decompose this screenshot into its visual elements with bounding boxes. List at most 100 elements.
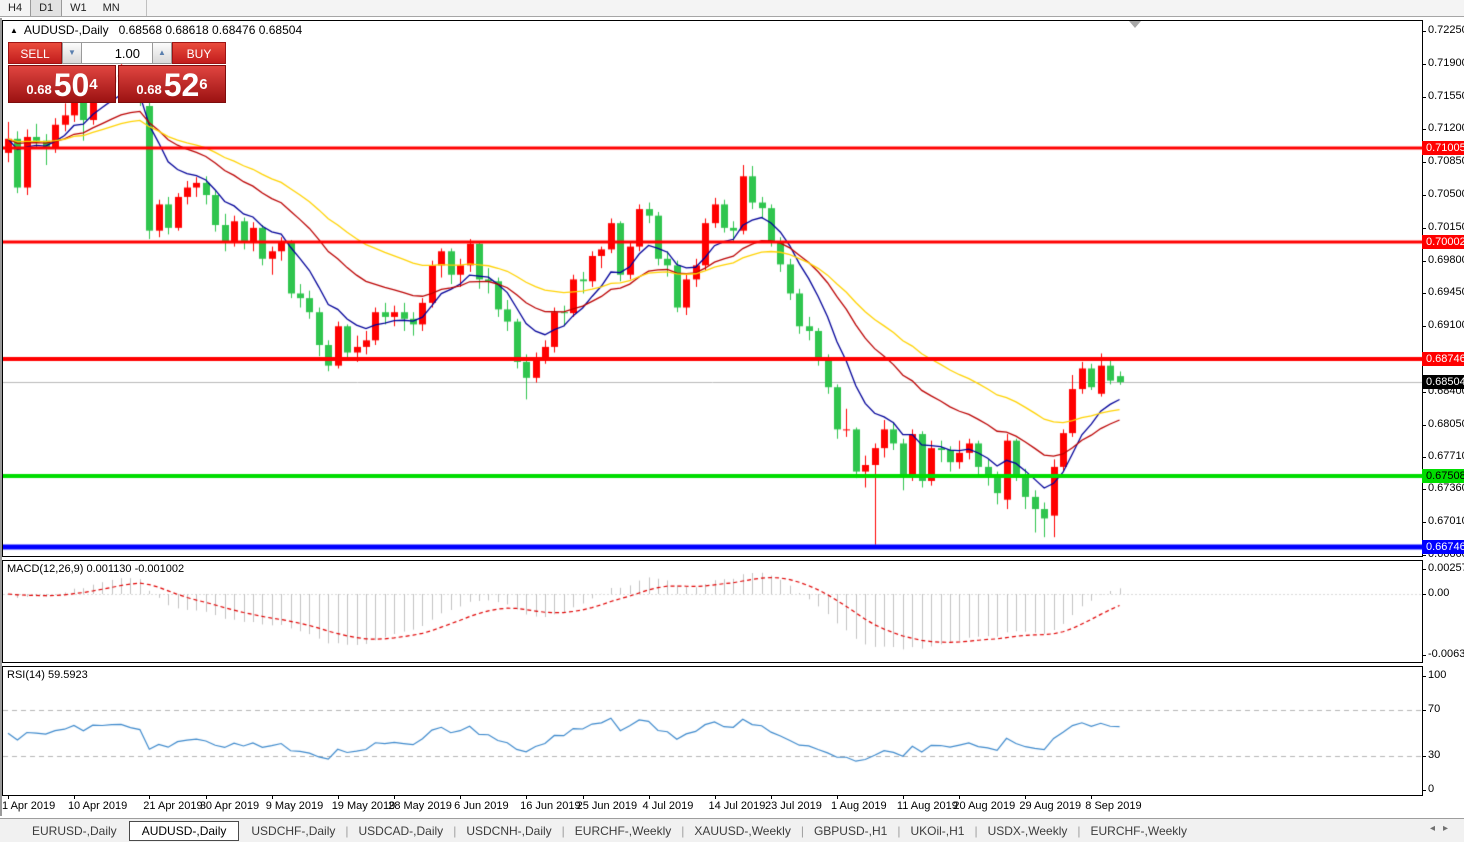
price-axis-label: 0.67360 — [1428, 482, 1464, 495]
date-axis-tick — [206, 796, 207, 799]
rsi-axis-tick — [1422, 790, 1426, 791]
rsi-axis-label: 0 — [1428, 783, 1435, 795]
date-axis-label: 9 May 2019 — [265, 800, 324, 812]
macd-canvas[interactable] — [3, 561, 1422, 662]
date-axis-tick — [649, 796, 650, 799]
price-axis-tick — [1422, 97, 1426, 98]
timeframe-toolbar: H4 D1 W1 MN — [0, 0, 1464, 17]
date-axis-tick — [8, 796, 9, 799]
price-axis-tick — [1422, 31, 1426, 32]
date-axis-tick — [149, 796, 150, 799]
price-axis-tick — [1422, 195, 1426, 196]
volume-decrease-button[interactable]: ▼ — [62, 42, 82, 64]
macd-axis-label: 0.00 — [1428, 587, 1450, 599]
rsi-axis-label: 100 — [1428, 669, 1447, 682]
price-axis-label: 0.72250 — [1428, 24, 1464, 36]
price-axis-tick — [1422, 555, 1426, 556]
buy-price-prefix: 0.68 — [136, 82, 162, 97]
chart-tab-usdx[interactable]: USDX-,Weekly — [978, 822, 1078, 840]
rsi-axis-label: 30 — [1428, 748, 1441, 761]
rsi-panel[interactable]: RSI(14) 59.5923 — [2, 666, 1423, 796]
macd-axis-label: 0.002574 — [1428, 562, 1464, 575]
tab-scroll-left-icon[interactable]: ◂ — [1430, 823, 1443, 834]
date-axis-tick — [959, 796, 960, 799]
tab-scroll-right-icon[interactable]: ▸ — [1443, 823, 1456, 834]
chart-tab-eurchf[interactable]: EURCHF-,Weekly — [565, 822, 681, 840]
price-axis-tick — [1422, 489, 1426, 490]
date-axis-label: 20 Aug 2019 — [953, 800, 1016, 812]
price-axis-label: 0.69450 — [1428, 286, 1464, 299]
sell-price-display[interactable]: 0.68 50 4 — [8, 65, 116, 103]
chart-tab-audusd[interactable]: AUDUSD-,Daily — [128, 821, 240, 841]
chart-tab-eurusd[interactable]: EURUSD-,Daily — [22, 822, 127, 840]
chart-tab-bar: EURUSD-,Daily AUDUSD-,Daily USDCHF-,Daily |… — [0, 818, 1464, 842]
macd-label: MACD(12,26,9) 0.001130 -0.001002 — [7, 563, 185, 575]
chart-header: ▲ AUDUSD-,Daily 0.68568 0.68618 0.68476 0.… — [10, 23, 302, 37]
macd-axis-tick — [1422, 594, 1426, 595]
date-axis-tick — [771, 796, 772, 799]
timeframe-button-d1[interactable]: D1 — [30, 0, 63, 16]
price-axis-label: 0.71550 — [1428, 89, 1464, 102]
buy-button[interactable]: BUY — [172, 42, 226, 64]
rsi-canvas[interactable] — [3, 667, 1422, 795]
date-axis-label: 19 May 2019 — [331, 800, 396, 812]
price-axis-label: 0.70150 — [1428, 220, 1464, 233]
timeframe-button-mn[interactable]: MN — [95, 0, 128, 16]
date-axis-label: 16 Jun 2019 — [520, 800, 581, 812]
macd-panel[interactable]: MACD(12,26,9) 0.001130 -0.001002 — [2, 560, 1423, 663]
chart-tab-gbpusd[interactable]: GBPUSD-,H1 — [804, 822, 897, 840]
price-axis-tick — [1422, 425, 1426, 426]
date-axis-label: 1 Aug 2019 — [830, 800, 887, 812]
date-axis-tick — [583, 796, 584, 799]
chart-title: AUDUSD-,Daily — [23, 23, 109, 37]
price-axis-tick — [1422, 228, 1426, 229]
one-click-trading-panel: SELL ▼ ▲ BUY 0.68 50 4 0.68 52 6 — [8, 42, 226, 103]
price-axis-tick — [1422, 261, 1426, 262]
chart-shift-marker-icon[interactable] — [1129, 21, 1141, 28]
date-axis-label: 30 Apr 2019 — [199, 800, 260, 812]
chart-tab-usdcad[interactable]: USDCAD-,Daily — [349, 822, 454, 840]
chart-tab-ukoil[interactable]: UKOil-,H1 — [900, 822, 974, 840]
timeframe-button-h4[interactable]: H4 — [0, 0, 30, 16]
chart-tab-xauusd[interactable]: XAUUSD-,Weekly — [684, 822, 800, 840]
price-axis-tick — [1422, 457, 1426, 458]
date-axis-tick — [903, 796, 904, 799]
price-axis-label: 0.68050 — [1428, 417, 1464, 430]
date-axis-tick — [837, 796, 838, 799]
price-axis-label: 0.69800 — [1428, 253, 1464, 266]
date-axis-tick — [1091, 796, 1092, 799]
sell-price-prefix: 0.68 — [26, 82, 52, 97]
price-axis-tick — [1422, 522, 1426, 523]
rsi-axis-label: 70 — [1428, 703, 1441, 716]
macd-axis-tick — [1422, 569, 1426, 570]
timeframe-button-w1[interactable]: W1 — [62, 0, 95, 16]
date-axis-label: 21 Apr 2019 — [143, 800, 203, 812]
date-axis-tick — [1025, 796, 1026, 799]
sell-price-big: 50 — [53, 67, 90, 103]
price-axis-label: 0.67010 — [1428, 515, 1464, 528]
macd-axis-label: -0.006326 — [1428, 648, 1464, 660]
buy-price-display[interactable]: 0.68 52 6 — [118, 65, 226, 103]
hline-price-badge: 0.70002 — [1422, 234, 1464, 249]
toolbar-divider — [145, 0, 147, 16]
date-axis-label: 23 Jul 2019 — [765, 800, 822, 812]
date-axis-tick — [338, 796, 339, 799]
date-axis-label: 6 Jun 2019 — [454, 800, 509, 812]
price-axis-label: 0.67710 — [1428, 449, 1464, 462]
volume-input[interactable] — [82, 42, 152, 64]
sell-button[interactable]: SELL — [8, 42, 62, 64]
chart-tab-usdcnh[interactable]: USDCNH-,Daily — [456, 822, 561, 840]
collapse-trade-panel-icon[interactable]: ▲ — [10, 26, 18, 35]
rsi-axis-tick — [1422, 710, 1426, 711]
buy-price-big: 52 — [163, 67, 200, 103]
volume-increase-button[interactable]: ▲ — [152, 42, 172, 64]
chart-tab-usdchf[interactable]: USDCHF-,Daily — [241, 822, 345, 840]
price-axis-tick — [1422, 64, 1426, 65]
rsi-axis-tick — [1422, 676, 1426, 677]
chart-tab-eurchf[interactable]: EURCHF-,Weekly — [1081, 822, 1197, 840]
hline-price-badge: 0.68746 — [1422, 352, 1464, 367]
date-axis-label: 8 Sep 2019 — [1085, 800, 1142, 812]
date-axis: 1 Apr 2019 10 Apr 2019 21 Apr 2019 30 Apr 2… — [2, 796, 1423, 816]
date-axis-label: 28 May 2019 — [388, 800, 452, 812]
date-axis-label: 14 Jul 2019 — [708, 800, 766, 812]
